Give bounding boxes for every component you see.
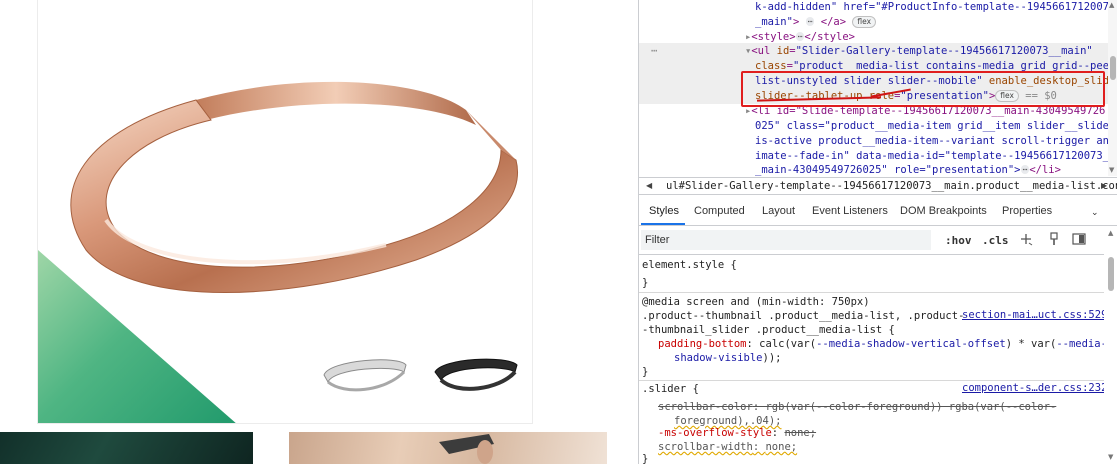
page-preview	[0, 0, 638, 464]
scrollbar-color-declaration[interactable]: scrollbar-color: rgb(var(--color-foregro…	[658, 400, 1056, 414]
tab-layout[interactable]: Layout	[762, 205, 795, 217]
scroll-up-icon[interactable]: ▲	[1109, 1, 1114, 9]
paint-brush-icon[interactable]	[1047, 232, 1061, 246]
tab-event-listeners[interactable]: Event Listeners	[812, 205, 888, 217]
padding-bottom-declaration[interactable]: padding-bottom: calc(var(--media-shadow-…	[658, 337, 1104, 351]
breadcrumb-scroll-right-icon[interactable]: ▶	[1101, 181, 1107, 190]
rule-divider-2	[639, 380, 1104, 381]
dom-line-style[interactable]: ▸<style> ⋯ </style>	[745, 30, 855, 44]
dom-line-li-3[interactable]: is-active product__media-item--variant s…	[755, 134, 1108, 148]
tab-computed[interactable]: Computed	[694, 205, 745, 217]
dom-line-li-2[interactable]: 025" class="product__media-item grid__it…	[755, 119, 1108, 133]
styles-scroll-up-icon[interactable]: ▲	[1108, 229, 1113, 237]
dom-line-li-4[interactable]: imate--fade-in" data-media-id="template-…	[755, 149, 1108, 163]
rule-selector-1b[interactable]: -thumbnail_slider .product__media-list {	[642, 323, 895, 337]
dom-tree-scroll-thumb[interactable]	[1110, 56, 1116, 80]
slider-selector[interactable]: .slider {	[642, 382, 699, 396]
styles-tabbar: Styles Computed Layout Event Listeners D…	[639, 199, 1117, 226]
collection-tile-green[interactable]	[0, 432, 253, 464]
media-query: @media screen and (min-width: 750px)	[642, 296, 870, 308]
red-annotation-box	[741, 71, 1105, 107]
breadcrumb-selector[interactable]: ul#Slider-Gallery-template--194566171200…	[666, 180, 1117, 192]
tab-styles[interactable]: Styles	[649, 205, 679, 217]
styles-scroll-down-icon[interactable]: ▼	[1108, 453, 1113, 461]
scrollbar-width-declaration[interactable]: scrollbar-width: none;	[658, 440, 797, 454]
styles-filter-input[interactable]	[641, 230, 931, 250]
elements-dom-tree[interactable]: k-add-hidden" href="#ProductInfo-templat…	[639, 0, 1108, 176]
rule-divider	[639, 292, 1104, 293]
element-style-selector[interactable]: element.style {	[642, 258, 737, 272]
dom-line-anchor-close[interactable]: _main"> ⋯ </a> flex	[755, 15, 877, 29]
collection-tile-hand[interactable]	[289, 432, 607, 464]
element-style-close: }	[642, 277, 649, 289]
toggle-sidebar-icon[interactable]	[1072, 232, 1086, 246]
source-link-section-main[interactable]: section-mai…uct.css:529	[962, 309, 1104, 321]
more-tabs-chevron-icon[interactable]: ⌄	[1091, 207, 1099, 218]
active-tab-indicator	[641, 223, 685, 225]
styles-scrollbar[interactable]: ▲ ▼	[1104, 227, 1117, 464]
black-bracelet-thumbnail[interactable]	[427, 350, 527, 400]
styles-scroll-thumb[interactable]	[1108, 257, 1114, 291]
rule-selector-1a[interactable]: .product--thumbnail .product__media-list…	[642, 309, 964, 323]
styles-rules-pane[interactable]: element.style { } @media screen and (min…	[639, 256, 1104, 464]
source-link-component-slider[interactable]: component-s…der.css:232	[962, 382, 1104, 394]
slider-rule-close: }	[642, 453, 649, 464]
breadcrumb: ◀ ul#Slider-Gallery-template--1945661712…	[639, 177, 1117, 195]
tab-dom-breakpoints[interactable]: DOM Breakpoints	[900, 205, 987, 217]
dom-line-anchor-href[interactable]: k-add-hidden" href="#ProductInfo-templat…	[755, 0, 1108, 14]
dom-line-ul-open[interactable]: ▾<ul id="Slider-Gallery-template--194566…	[745, 44, 1093, 58]
cls-toggle-button[interactable]: .cls	[982, 234, 1009, 247]
filter-plus-icon[interactable]	[1019, 232, 1033, 246]
hand-with-ring-image	[439, 434, 494, 464]
hov-toggle-button[interactable]: :hov	[945, 234, 972, 247]
breadcrumb-scroll-left-icon[interactable]: ◀	[646, 181, 652, 190]
tab-properties[interactable]: Properties	[1002, 205, 1052, 217]
silver-bracelet-thumbnail[interactable]	[314, 350, 414, 400]
node-actions-dots[interactable]: ⋯	[651, 44, 657, 58]
rule-1-close: }	[642, 366, 649, 378]
scroll-down-icon[interactable]: ▼	[1109, 166, 1114, 174]
flex-badge: flex	[852, 16, 877, 28]
dom-tree-scrollbar[interactable]: ▲ ▼	[1108, 0, 1117, 176]
rose-gold-bracelet-image[interactable]	[46, 50, 526, 320]
ms-overflow-style-declaration[interactable]: -ms-overflow-style: none;	[658, 426, 816, 440]
devtools-panel: k-add-hidden" href="#ProductInfo-templat…	[638, 0, 1117, 464]
dom-line-li-5[interactable]: _main-43049549726025" role="presentation…	[755, 163, 1061, 176]
styles-filter-bar: :hov .cls	[639, 227, 1104, 255]
product-media-card	[37, 0, 533, 424]
padding-bottom-declaration-cont: shadow-visible));	[674, 352, 782, 364]
